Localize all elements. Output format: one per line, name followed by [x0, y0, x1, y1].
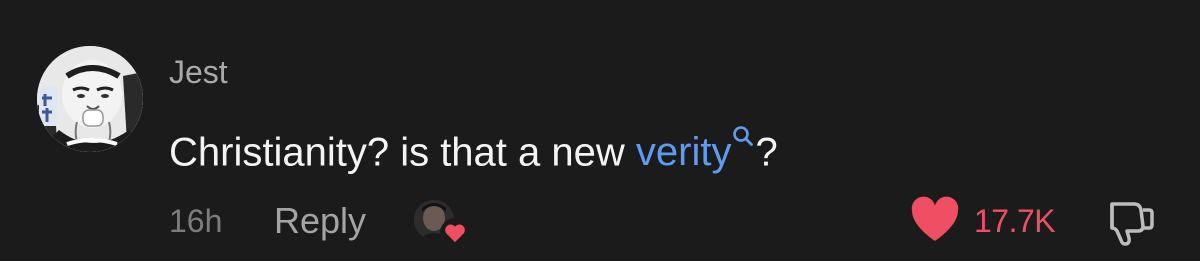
comment-body: Christianity? is that a new verity? — [169, 112, 778, 178]
heart-icon[interactable] — [910, 196, 960, 247]
search-suggestion-link[interactable]: verity — [636, 126, 756, 174]
thumbs-down-icon[interactable] — [1100, 198, 1156, 246]
reply-button[interactable]: Reply — [274, 200, 366, 242]
comment-timestamp: 16h — [169, 202, 223, 239]
creator-liked-badge — [414, 196, 471, 248]
search-suggestion-term[interactable]: verity — [636, 130, 732, 174]
comment-text-end: ? — [755, 130, 778, 175]
like-count: 17.7K — [974, 202, 1056, 239]
user-avatar[interactable] — [37, 46, 143, 152]
comment-text-start: Christianity? is that a new — [169, 130, 636, 175]
like-button[interactable]: 17.7K — [910, 196, 1056, 247]
comment-actions-row: 16h Reply — [169, 196, 471, 248]
creator-heart-icon — [440, 218, 471, 248]
comment-username[interactable]: Jest — [169, 52, 228, 92]
search-icon[interactable] — [732, 108, 754, 146]
comment-item: Jest Christianity? is that a new verity?… — [0, 0, 1200, 261]
